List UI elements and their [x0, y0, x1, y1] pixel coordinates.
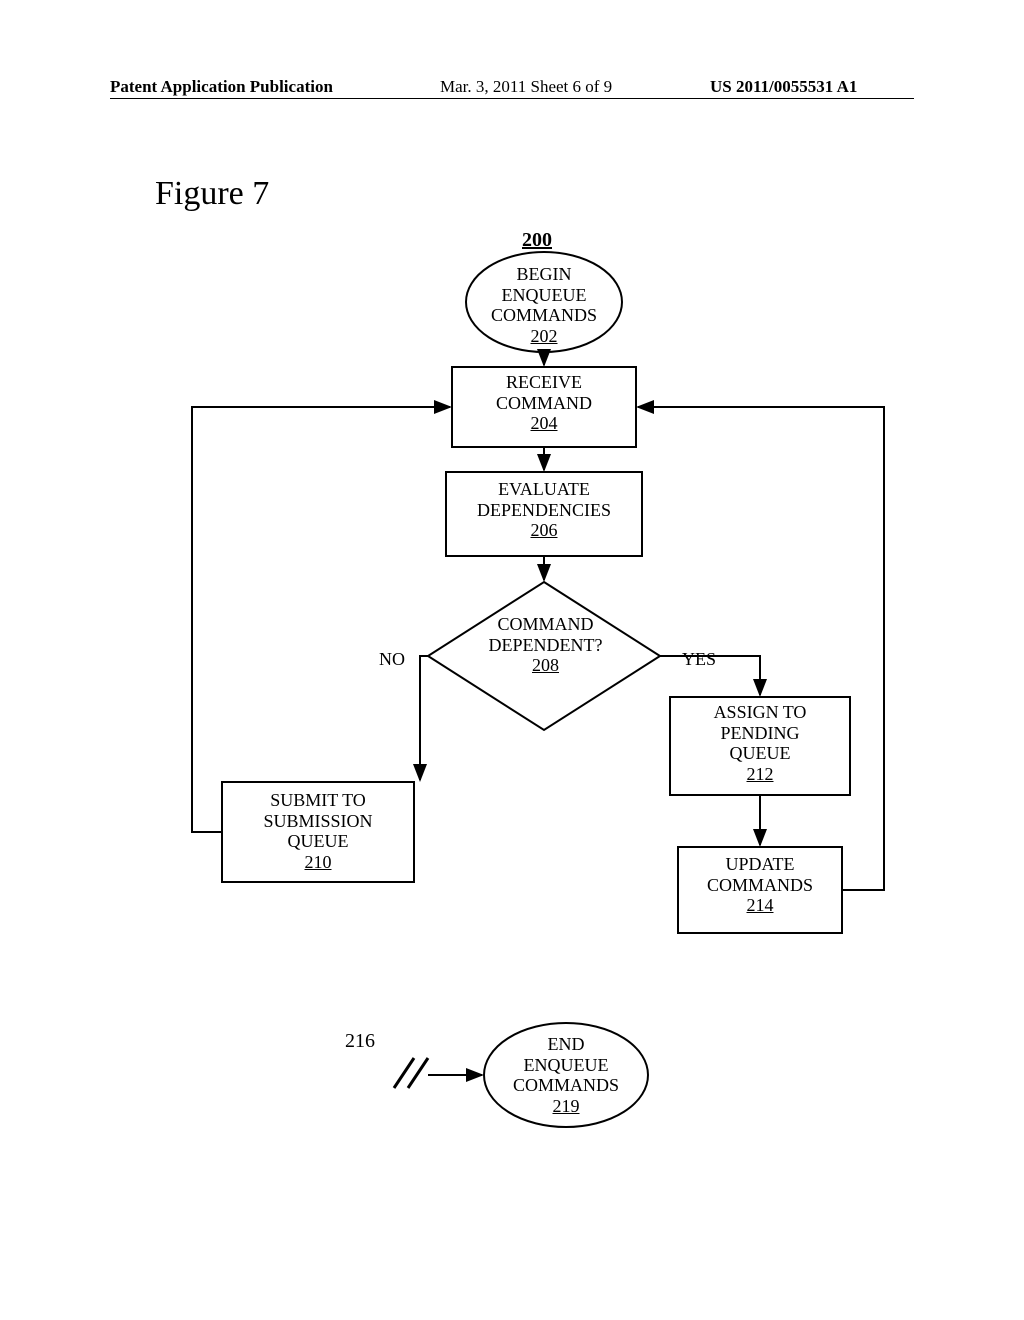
- assign-text: ASSIGN TO PENDING QUEUE 212: [680, 702, 840, 785]
- begin-label: BEGIN ENQUEUE COMMANDS: [491, 264, 597, 325]
- decision-text: COMMAND DEPENDENT? 208: [478, 614, 613, 676]
- receive-text: RECEIVE COMMAND 204: [458, 372, 630, 434]
- ref-216: 216: [340, 1030, 380, 1053]
- update-ref: 214: [747, 895, 774, 915]
- submit-ref: 210: [305, 852, 332, 872]
- yes-label: YES: [674, 649, 724, 670]
- begin-ref: 202: [531, 326, 558, 346]
- end-label: END ENQUEUE COMMANDS: [513, 1034, 619, 1095]
- eval-label: EVALUATE DEPENDENCIES: [477, 479, 611, 520]
- update-label: UPDATE COMMANDS: [707, 854, 813, 895]
- end-text: END ENQUEUE COMMANDS 219: [492, 1034, 640, 1117]
- submit-label: SUBMIT TO SUBMISSION QUEUE: [263, 790, 372, 851]
- assign-label: ASSIGN TO PENDING QUEUE: [714, 702, 807, 763]
- decision-ref: 208: [532, 655, 559, 675]
- receive-label: RECEIVE COMMAND: [496, 372, 592, 413]
- arrow-submit-loop: [192, 407, 450, 832]
- no-label: NO: [372, 649, 412, 670]
- eval-ref: 206: [531, 520, 558, 540]
- begin-text: BEGIN ENQUEUE COMMANDS 202: [478, 264, 610, 347]
- receive-ref: 204: [531, 413, 558, 433]
- eval-text: EVALUATE DEPENDENCIES 206: [451, 479, 637, 541]
- arrow-decision-no: [420, 656, 428, 780]
- assign-ref: 212: [747, 764, 774, 784]
- end-ref: 219: [553, 1096, 580, 1116]
- update-text: UPDATE COMMANDS 214: [690, 854, 830, 916]
- submit-text: SUBMIT TO SUBMISSION QUEUE 210: [226, 790, 410, 873]
- decision-label: COMMAND DEPENDENT?: [489, 614, 603, 655]
